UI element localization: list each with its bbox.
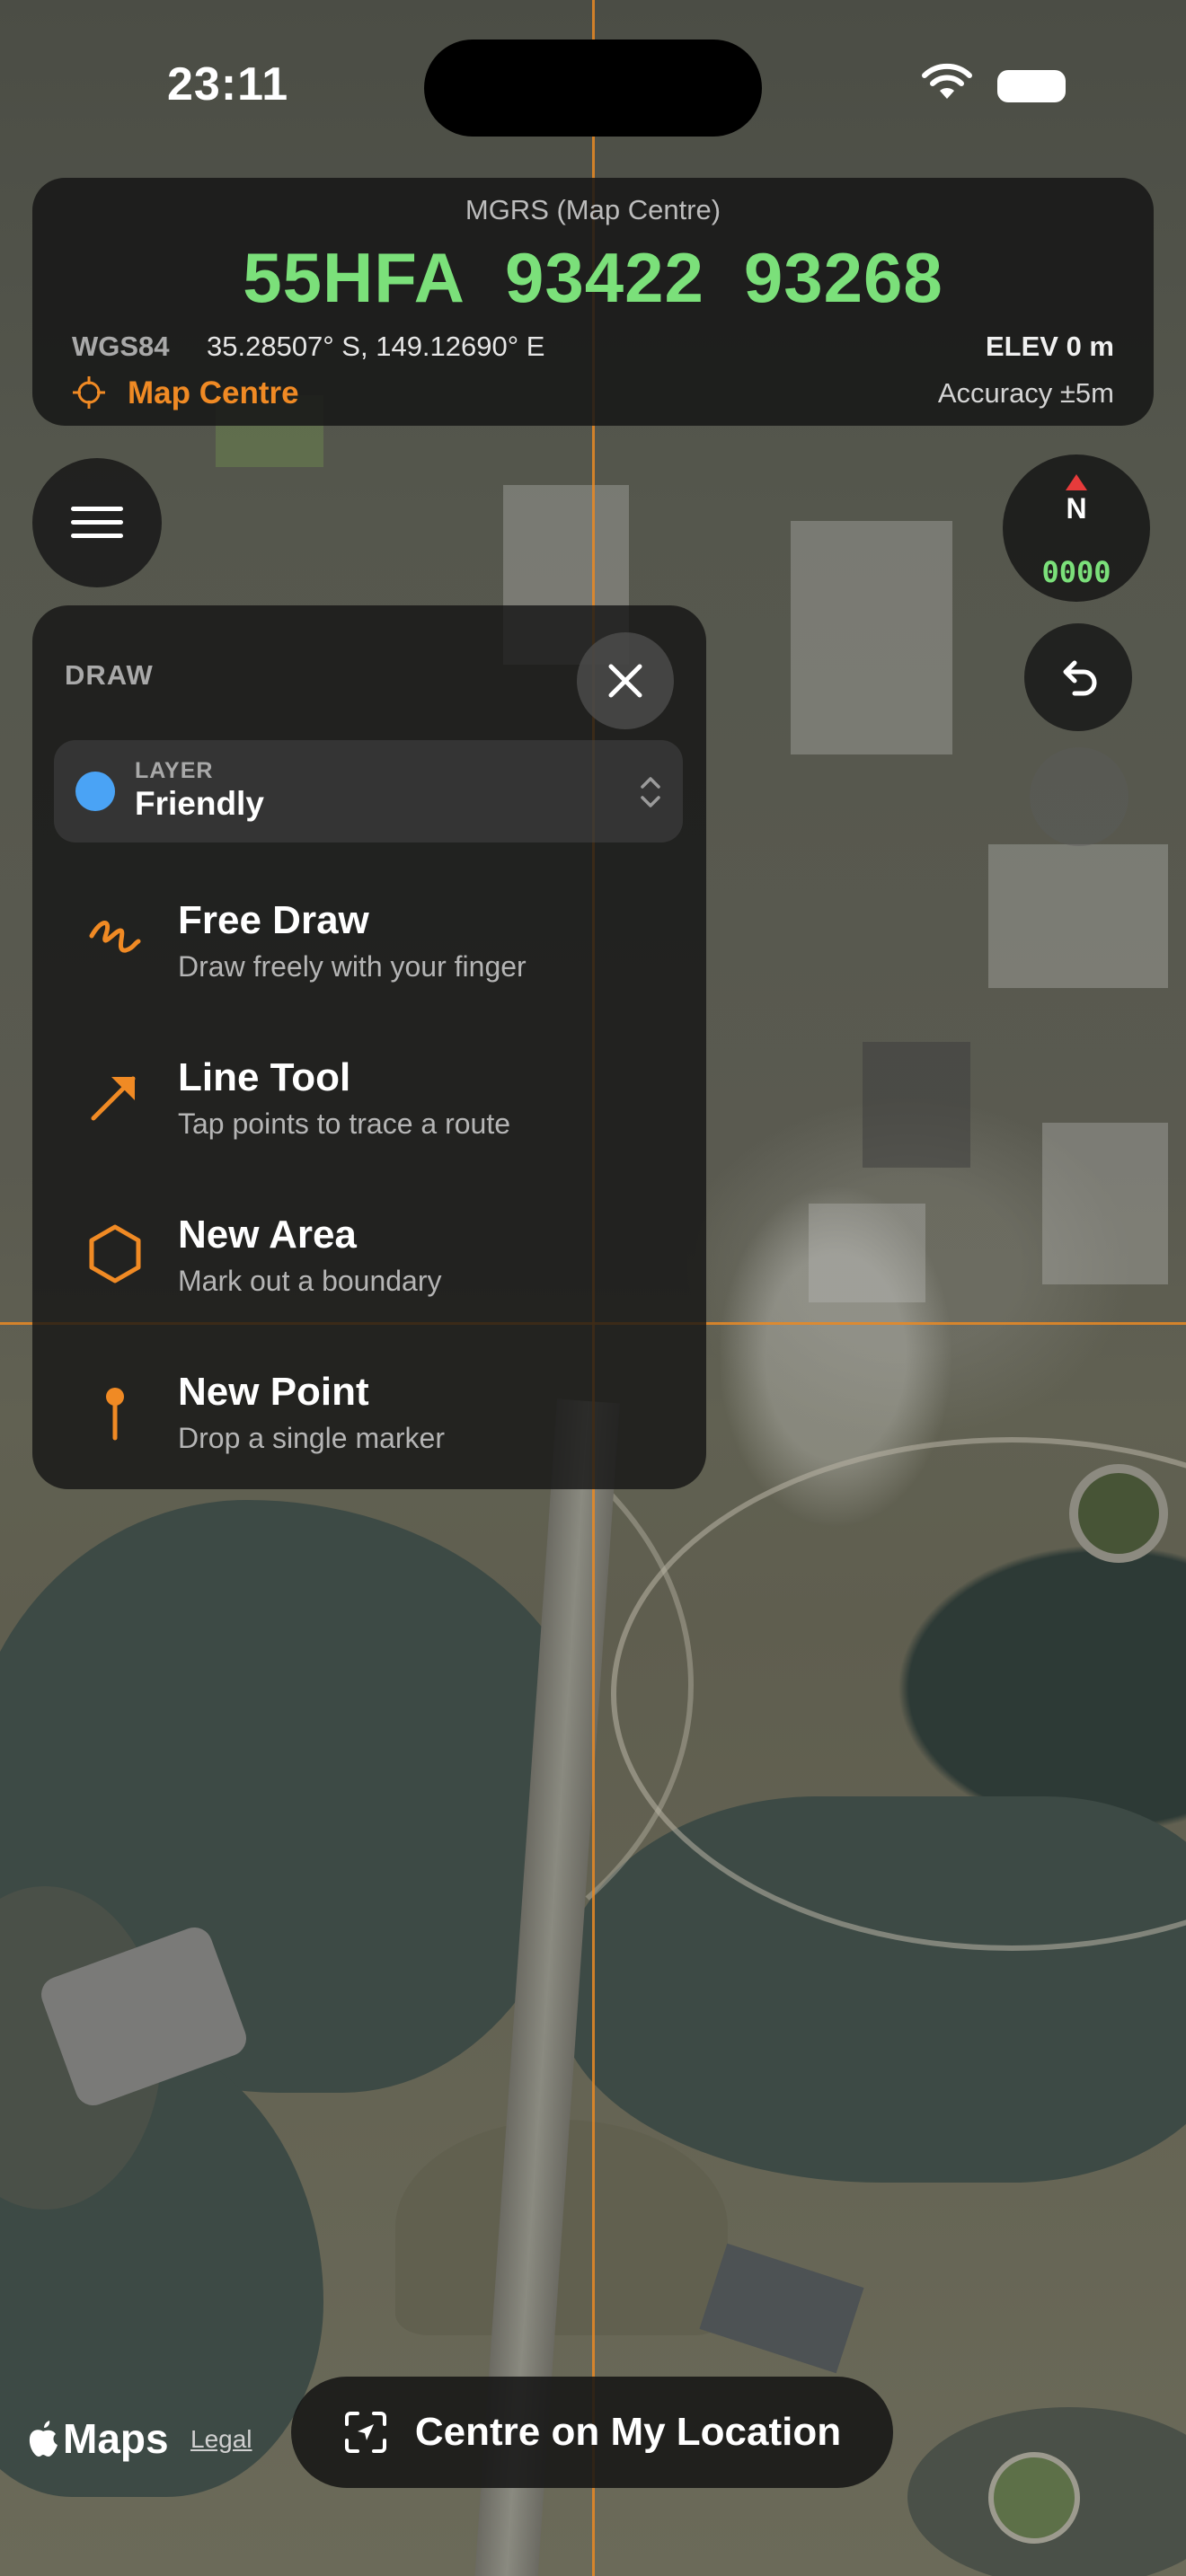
battery-icon xyxy=(997,70,1066,102)
undo-icon xyxy=(1063,660,1097,696)
tool-description: Draw freely with your finger xyxy=(178,950,527,983)
tool-new-point[interactable]: New Point Drop a single marker xyxy=(32,1346,706,1490)
hexagon-icon xyxy=(89,1224,141,1284)
menu-button[interactable] xyxy=(32,458,162,587)
apple-logo-icon xyxy=(29,2421,58,2457)
undo-button[interactable] xyxy=(1024,623,1132,731)
coordinate-caption: MGRS (Map Centre) xyxy=(465,194,721,225)
layer-color-dot xyxy=(75,772,115,811)
elevation-value: ELEV 0 m xyxy=(986,331,1114,362)
status-time: 23:11 xyxy=(167,58,289,110)
map-building xyxy=(699,2243,864,2374)
latlon-value: 35.28507° S, 149.12690° E xyxy=(207,331,545,362)
map-building xyxy=(791,521,952,754)
tool-free-draw[interactable]: Free Draw Draw freely with your finger xyxy=(32,875,706,1019)
maps-brand: Maps xyxy=(63,2415,169,2462)
tool-name: New Area xyxy=(178,1213,357,1257)
datum-label: WGS84 xyxy=(72,331,170,362)
wifi-icon xyxy=(922,63,972,99)
tool-name: New Point xyxy=(178,1370,369,1414)
legal-link[interactable]: Legal xyxy=(190,2425,252,2454)
tool-description: Mark out a boundary xyxy=(178,1265,442,1297)
map-location-dot xyxy=(1030,747,1128,846)
mgrs-coordinate: 55HFA 93422 93268 xyxy=(32,237,1154,319)
dynamic-island xyxy=(424,40,762,137)
source-label[interactable]: Map Centre xyxy=(128,375,299,411)
north-arrow-icon xyxy=(1066,474,1087,490)
draw-panel-title: DRAW xyxy=(65,659,154,691)
compass-button[interactable]: N 0000 xyxy=(1003,454,1150,602)
tool-new-area[interactable]: New Area Mark out a boundary xyxy=(32,1189,706,1333)
screen: 23:11 MGRS (Map Centre) 55HFA 93422 93268 … xyxy=(0,0,1186,2576)
layer-label: LAYER xyxy=(135,758,214,783)
map-building xyxy=(809,1204,925,1302)
mgrs-zone: 55HFA xyxy=(243,238,465,317)
hamburger-icon xyxy=(71,507,123,538)
map-roundabout xyxy=(1069,1464,1168,1563)
chevron-up-down-icon xyxy=(641,777,660,807)
draw-panel: DRAW LAYER Friendly Free Draw Draw freel… xyxy=(32,605,706,1489)
mgrs-northing: 93268 xyxy=(743,238,943,317)
pin-icon xyxy=(106,1388,124,1441)
squiggle-icon xyxy=(89,921,141,953)
layer-selector[interactable]: LAYER Friendly xyxy=(54,740,683,842)
tool-name: Line Tool xyxy=(178,1055,351,1099)
compass-heading: 0000 xyxy=(1041,555,1111,589)
arrow-icon xyxy=(91,1076,136,1121)
tool-description: Drop a single marker xyxy=(178,1422,445,1454)
centre-button-label: Centre on My Location xyxy=(414,2410,842,2454)
close-button[interactable] xyxy=(577,632,674,729)
map-building xyxy=(1042,1123,1168,1284)
accuracy-value: Accuracy ±5m xyxy=(937,377,1114,409)
tool-description: Tap points to trace a route xyxy=(178,1107,510,1140)
coordinate-panel: MGRS (Map Centre) 55HFA 93422 93268 WGS84 … xyxy=(32,178,1154,426)
location-frame-icon xyxy=(344,2412,386,2453)
map-roundabout xyxy=(988,2452,1080,2544)
compass-north-label: N xyxy=(1066,492,1087,525)
map-building xyxy=(863,1042,970,1168)
centre-on-location-button[interactable]: Centre on My Location xyxy=(291,2377,893,2488)
map-building xyxy=(988,844,1168,988)
mgrs-easting: 93422 xyxy=(504,238,704,317)
tool-name: Free Draw xyxy=(178,898,369,942)
layer-value: Friendly xyxy=(135,785,264,822)
crosshair-icon xyxy=(73,376,105,409)
maps-logo: Maps xyxy=(27,2414,169,2463)
close-icon xyxy=(608,664,642,698)
tool-line[interactable]: Line Tool Tap points to trace a route xyxy=(32,1032,706,1176)
